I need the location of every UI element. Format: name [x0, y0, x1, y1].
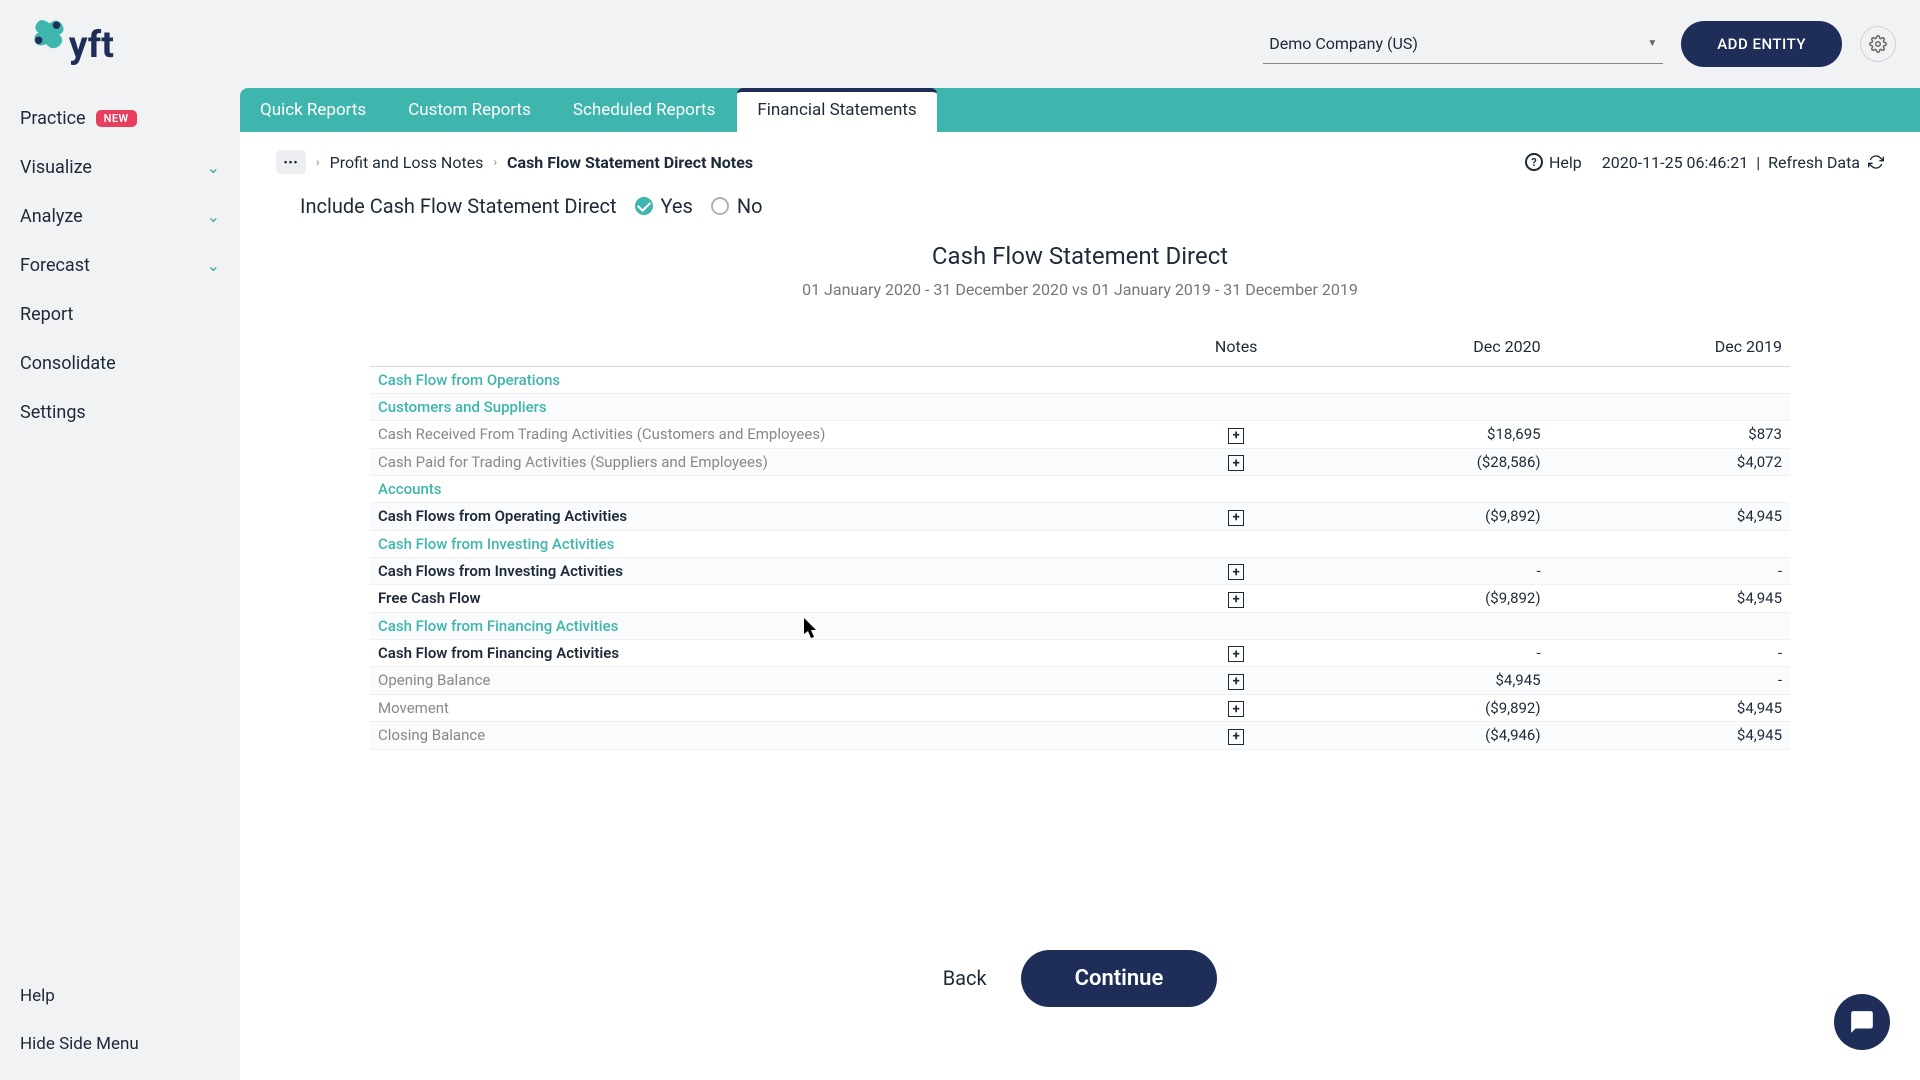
sidebar-item-visualize[interactable]: Visualize⌄	[0, 143, 240, 192]
chat-widget[interactable]	[1834, 994, 1890, 1050]
refresh-data[interactable]: 2020-11-25 06:46:21 | Refresh Data	[1602, 153, 1884, 172]
tab-scheduled-reports[interactable]: Scheduled Reports	[553, 88, 736, 132]
add-note-button[interactable]: +	[1228, 428, 1244, 444]
gear-icon	[1869, 35, 1887, 53]
caret-down-icon: ▼	[1647, 38, 1657, 49]
tabs: Quick ReportsCustom ReportsScheduled Rep…	[240, 88, 1920, 132]
table-row: Customers and Suppliers	[370, 394, 1790, 421]
cashflow-table: NotesDec 2020Dec 2019 Cash Flow from Ope…	[370, 327, 1790, 750]
chevron-down-icon: ⌄	[207, 207, 220, 226]
table-row: Accounts	[370, 476, 1790, 503]
sidebar-item-consolidate[interactable]: Consolidate	[0, 339, 240, 388]
add-note-button[interactable]: +	[1228, 510, 1244, 526]
table-row: Cash Paid for Trading Activities (Suppli…	[370, 448, 1790, 476]
sidebar-hide[interactable]: Hide Side Menu	[0, 1020, 240, 1068]
sidebar-item-report[interactable]: Report	[0, 290, 240, 339]
back-button[interactable]: Back	[943, 966, 987, 990]
add-note-button[interactable]: +	[1228, 455, 1244, 471]
tab-financial-statements[interactable]: Financial Statements	[737, 88, 936, 132]
table-row: Movement+($9,892)$4,945	[370, 694, 1790, 722]
table-row: Cash Flow from Financing Activities+--	[370, 639, 1790, 667]
sidebar-item-settings[interactable]: Settings	[0, 388, 240, 437]
table-row: Cash Flows from Operating Activities+($9…	[370, 503, 1790, 531]
report-period: 01 January 2020 - 31 December 2020 vs 01…	[276, 280, 1884, 299]
svg-text:yft: yft	[69, 23, 114, 67]
sidebar-item-practice[interactable]: PracticeNEW	[0, 94, 240, 143]
column-header	[370, 327, 1165, 367]
include-yes-radio[interactable]: Yes	[635, 194, 693, 218]
add-note-button[interactable]: +	[1228, 729, 1244, 745]
sidebar: PracticeNEWVisualize⌄Analyze⌄Forecast⌄Re…	[0, 88, 240, 1080]
chevron-down-icon: ⌄	[207, 256, 220, 275]
add-entity-button[interactable]: ADD ENTITY	[1681, 21, 1842, 67]
table-row: Cash Flow from Financing Activities	[370, 612, 1790, 639]
check-icon	[635, 197, 653, 215]
table-row: Cash Received From Trading Activities (C…	[370, 421, 1790, 449]
table-row: Cash Flow from Operations	[370, 367, 1790, 394]
help-icon: ?	[1525, 153, 1543, 171]
table-row: Opening Balance+$4,945-	[370, 667, 1790, 695]
table-row: Closing Balance+($4,946)$4,945	[370, 722, 1790, 750]
refresh-icon	[1868, 154, 1884, 170]
new-badge: NEW	[96, 110, 137, 127]
sidebar-item-forecast[interactable]: Forecast⌄	[0, 241, 240, 290]
column-header: Dec 2020	[1307, 327, 1548, 367]
table-row: Cash Flows from Investing Activities+--	[370, 557, 1790, 585]
entity-selected-label: Demo Company (US)	[1269, 34, 1418, 53]
table-row: Cash Flow from Investing Activities	[370, 530, 1790, 557]
add-note-button[interactable]: +	[1228, 592, 1244, 608]
chevron-right-icon: ›	[493, 155, 497, 169]
help-link[interactable]: ? Help	[1525, 153, 1582, 172]
tab-custom-reports[interactable]: Custom Reports	[388, 88, 551, 132]
continue-button[interactable]: Continue	[1021, 950, 1218, 1007]
include-no-radio[interactable]: No	[711, 194, 763, 218]
breadcrumb-current: Cash Flow Statement Direct Notes	[507, 153, 753, 172]
chevron-right-icon: ›	[316, 155, 320, 169]
radio-icon	[711, 197, 729, 215]
breadcrumb-prev[interactable]: Profit and Loss Notes	[330, 153, 484, 172]
add-note-button[interactable]: +	[1228, 701, 1244, 717]
tab-quick-reports[interactable]: Quick Reports	[240, 88, 386, 132]
add-note-button[interactable]: +	[1228, 564, 1244, 580]
report-title: Cash Flow Statement Direct	[276, 242, 1884, 270]
sidebar-item-analyze[interactable]: Analyze⌄	[0, 192, 240, 241]
refresh-label: Refresh Data	[1768, 153, 1860, 172]
chat-icon	[1849, 1009, 1875, 1035]
header: yft Demo Company (US) ▼ ADD ENTITY	[0, 0, 1920, 88]
refresh-timestamp: 2020-11-25 06:46:21	[1602, 153, 1748, 172]
breadcrumb: ••• › Profit and Loss Notes › Cash Flow …	[276, 150, 753, 174]
logo[interactable]: yft	[24, 14, 134, 74]
add-note-button[interactable]: +	[1228, 674, 1244, 690]
table-row: Free Cash Flow+($9,892)$4,945	[370, 585, 1790, 613]
add-note-button[interactable]: +	[1228, 646, 1244, 662]
entity-select[interactable]: Demo Company (US) ▼	[1263, 24, 1663, 64]
chevron-down-icon: ⌄	[207, 158, 220, 177]
settings-button[interactable]	[1860, 26, 1896, 62]
sidebar-help[interactable]: Help	[0, 972, 240, 1020]
include-label: Include Cash Flow Statement Direct	[300, 194, 617, 218]
column-header: Notes	[1165, 327, 1307, 367]
column-header: Dec 2019	[1549, 327, 1790, 367]
breadcrumb-more-icon[interactable]: •••	[276, 150, 306, 174]
